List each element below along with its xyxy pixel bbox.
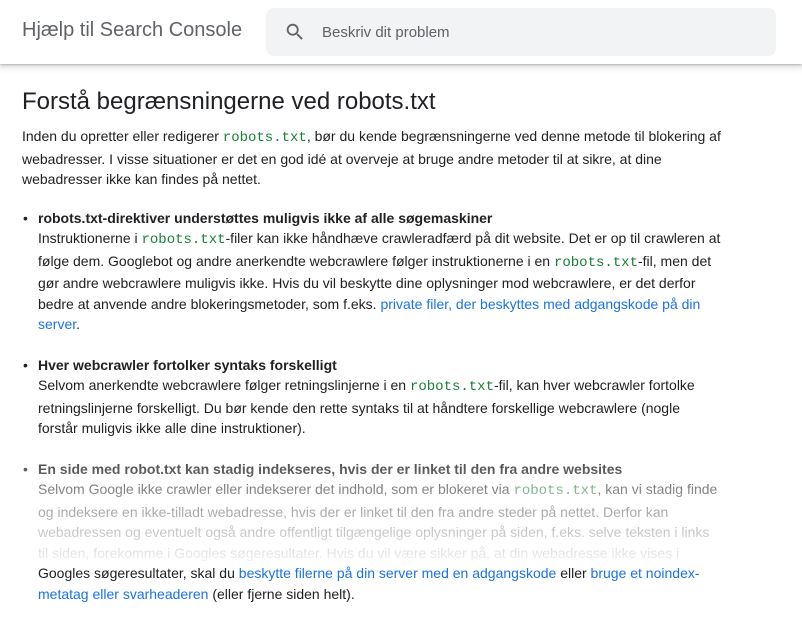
code-robots-txt: robots.txt	[141, 232, 226, 248]
list-item-body: Selvom anerkendte webcrawlere følger ret…	[38, 375, 722, 439]
list-item-title: robots.txt-direktiver understøttes mulig…	[38, 209, 493, 226]
bullet: •	[23, 356, 28, 373]
intro-text: Inden du opretter eller redigerer	[22, 128, 223, 144]
body-text: eller	[556, 565, 591, 581]
bullet: •	[23, 209, 28, 226]
list-item-body: Instruktionerne i robots.txt-filer kan i…	[38, 228, 722, 335]
code-robots-txt: robots.txt	[222, 130, 307, 146]
code-robots-txt: robots.txt	[409, 379, 494, 395]
help-center-title[interactable]: Hjælp til Search Console	[22, 19, 242, 42]
code-robots-txt: robots.txt	[553, 254, 638, 271]
list-item-title: Hver webcrawler fortolker syntaks forske…	[38, 356, 337, 373]
body-text: .	[76, 316, 81, 332]
search-icon[interactable]	[284, 21, 306, 43]
search-box[interactable]	[266, 8, 776, 56]
body-text: (eller fjerne siden helt).	[208, 585, 355, 602]
list-item: • Hver webcrawler fortolker syntaks fors…	[22, 355, 722, 439]
body-text: Instruktionerne i	[38, 230, 142, 246]
code-robots-txt: robots.txt	[513, 483, 598, 499]
body-text: Selvom anerkendte webcrawlere følger ret…	[38, 377, 410, 393]
top-bar: Hjælp til Search Console	[0, 0, 802, 64]
password-protect-link[interactable]: beskytte filerne på din server med en ad…	[239, 565, 557, 581]
list-item: • robots.txt-direktiver understøttes mul…	[22, 208, 722, 335]
limitations-list: • robots.txt-direktiver understøttes mul…	[22, 208, 722, 605]
article: Forstå begrænsningerne ved robots.txt In…	[22, 86, 722, 624]
body-text: Selvom Google ikke crawler eller indekse…	[38, 481, 514, 497]
list-item-body: Selvom Google ikke crawler eller indekse…	[38, 479, 722, 604]
intro-paragraph: Inden du opretter eller redigerer robots…	[22, 126, 722, 190]
bullet: •	[23, 460, 28, 477]
list-item: • En side med robot.txt kan stadig indek…	[22, 459, 722, 605]
search-input[interactable]	[322, 18, 762, 46]
page-title: Forstå begrænsningerne ved robots.txt	[22, 88, 436, 115]
list-item-title: En side med robot.txt kan stadig indekse…	[38, 460, 623, 477]
